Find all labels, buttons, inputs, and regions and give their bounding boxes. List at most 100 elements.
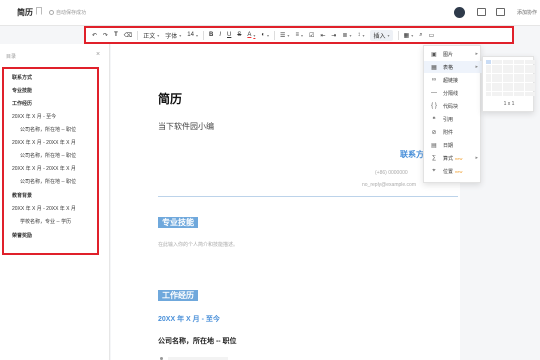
table-grid-cell[interactable] [513, 73, 519, 78]
table-grid-cell[interactable] [530, 69, 535, 73]
table-grid-cell[interactable] [524, 73, 530, 78]
table-grid-cell[interactable] [491, 69, 497, 73]
table-grid-cell[interactable] [524, 64, 530, 69]
menu-item-image[interactable]: ▣ 图片 ▸ [424, 48, 482, 60]
page-subtitle[interactable]: 当下软件园小编 [158, 121, 214, 132]
contact-heading[interactable]: 联系方 [400, 149, 424, 160]
table-grid-cell[interactable] [486, 69, 491, 73]
table-grid-cell[interactable] [508, 78, 513, 82]
table-grid-cell[interactable] [519, 69, 524, 73]
table-grid-cell[interactable] [519, 60, 524, 64]
find-replace-icon[interactable]: ⌕ [419, 32, 422, 39]
toc-item[interactable]: 20XX 年 X 月 - 20XX 年 X 月 [12, 205, 76, 212]
table-grid-cell[interactable] [513, 87, 519, 91]
table-grid-cell[interactable] [497, 73, 502, 78]
table-grid-cell[interactable] [486, 87, 491, 91]
toc-item[interactable]: 教育背景 [12, 192, 32, 199]
insert-button[interactable]: 插入 ▾ [370, 29, 393, 41]
contact-email[interactable]: no_reply@example.com [362, 182, 416, 188]
table-grid-cell[interactable] [486, 91, 491, 96]
highlight-button[interactable]: ◐ ▾ [261, 32, 269, 38]
table-grid-cell[interactable] [513, 60, 519, 64]
table-grid-cell[interactable] [530, 87, 535, 91]
table-grid-cell[interactable] [508, 87, 513, 91]
table-grid-cell[interactable] [497, 60, 502, 64]
table-grid-cell[interactable] [519, 87, 524, 91]
present-icon[interactable] [496, 8, 505, 16]
clear-format-button[interactable]: ⌫ [124, 32, 132, 39]
comment-icon[interactable] [477, 8, 486, 16]
table-grid-cell[interactable] [486, 60, 491, 64]
toc-item[interactable]: 公司名称，所在地 -- 职位 [20, 152, 76, 159]
table-grid-cell[interactable] [513, 82, 519, 87]
menu-item-quote[interactable]: ❝ 引用 [424, 113, 482, 125]
table-grid[interactable] [486, 60, 535, 96]
toc-item[interactable]: 联系方式 [12, 74, 32, 81]
work-heading[interactable]: 工作经历 [158, 290, 198, 301]
table-grid-cell[interactable] [524, 87, 530, 91]
table-grid-cell[interactable] [519, 64, 524, 69]
work-company[interactable]: 公司名称，所在地 -- 职位 [158, 336, 237, 346]
table-grid-cell[interactable] [497, 87, 502, 91]
document-page[interactable]: 简历 当下软件园小编 联系方 (+86) 0000000 no_reply@ex… [111, 44, 460, 360]
table-grid-cell[interactable] [502, 91, 508, 96]
table-grid-cell[interactable] [513, 78, 519, 82]
toc-item[interactable]: 学校名称，专业 -- 学历 [20, 218, 71, 225]
align-icon[interactable]: ≣ ▾ [342, 32, 351, 39]
toc-item[interactable]: 20XX 年 X 月 - 20XX 年 X 月 [12, 165, 76, 172]
font-family-select[interactable]: 字体 ▾ [165, 31, 181, 40]
bookmark-icon[interactable] [36, 7, 42, 15]
table-grid-cell[interactable] [486, 73, 491, 78]
close-icon[interactable]: × [96, 51, 100, 58]
table-grid-cell[interactable] [513, 64, 519, 69]
table-grid-cell[interactable] [519, 82, 524, 87]
bold-button[interactable]: B [209, 32, 213, 38]
underline-button[interactable]: U [227, 32, 231, 38]
menu-item-link[interactable]: ∞ 超链接 [424, 74, 482, 86]
table-grid-cell[interactable] [502, 73, 508, 78]
bulleted-list-icon[interactable]: ☰ ▾ [280, 32, 289, 39]
table-grid-cell[interactable] [497, 69, 502, 73]
table-grid-cell[interactable] [508, 69, 513, 73]
table-grid-cell[interactable] [491, 78, 497, 82]
checklist-icon[interactable]: ☑ [309, 32, 314, 39]
table-grid-cell[interactable] [486, 64, 491, 69]
contact-phone[interactable]: (+86) 0000000 [375, 170, 408, 176]
table-grid-cell[interactable] [502, 60, 508, 64]
table-grid-cell[interactable] [513, 91, 519, 96]
toc-item[interactable]: 工作经历 [12, 100, 32, 107]
add-collaborator-button[interactable]: 添加协作 [517, 9, 537, 16]
table-grid-cell[interactable] [524, 82, 530, 87]
document-title[interactable]: 简历 [17, 7, 33, 18]
table-grid-cell[interactable] [519, 73, 524, 78]
toc-item[interactable]: 公司名称，所在地 -- 职位 [20, 178, 76, 185]
table-grid-cell[interactable] [524, 91, 530, 96]
table-grid-cell[interactable] [519, 91, 524, 96]
redo-button[interactable]: ↷ [103, 32, 108, 39]
table-grid-cell[interactable] [491, 91, 497, 96]
menu-item-code-block[interactable]: { } 代码块 [424, 100, 482, 112]
table-grid-cell[interactable] [491, 82, 497, 87]
line-spacing-icon[interactable]: ↕ ▾ [357, 32, 364, 38]
font-size-select[interactable]: 14 ▾ [187, 32, 198, 38]
menu-item-location[interactable]: ⌖ 位置 new [424, 165, 482, 177]
table-grid-cell[interactable] [530, 64, 535, 69]
menu-item-table[interactable]: ▦ 表格 ▸ [424, 61, 482, 73]
menu-item-date[interactable]: ▤ 日期 [424, 139, 482, 151]
table-grid-cell[interactable] [508, 73, 513, 78]
table-grid-cell[interactable] [502, 64, 508, 69]
format-painter-button[interactable]: T [114, 32, 118, 38]
table-grid-cell[interactable] [524, 60, 530, 64]
table-grid-cell[interactable] [491, 60, 497, 64]
toc-item[interactable]: 专业技能 [12, 87, 32, 94]
table-grid-cell[interactable] [502, 69, 508, 73]
paragraph-style-select[interactable]: 正文 ▾ [143, 31, 159, 40]
menu-item-formula[interactable]: ∑ 算式 new ▸ [424, 152, 482, 164]
table-grid-cell[interactable] [530, 91, 535, 96]
table-grid-cell[interactable] [497, 78, 502, 82]
numbered-list-icon[interactable]: ≡ ▾ [295, 32, 303, 38]
comment-add-icon[interactable]: ▭ [429, 32, 435, 39]
table-grid-cell[interactable] [497, 64, 502, 69]
table-grid-cell[interactable] [530, 82, 535, 87]
outdent-icon[interactable]: ⇤ [320, 32, 325, 39]
